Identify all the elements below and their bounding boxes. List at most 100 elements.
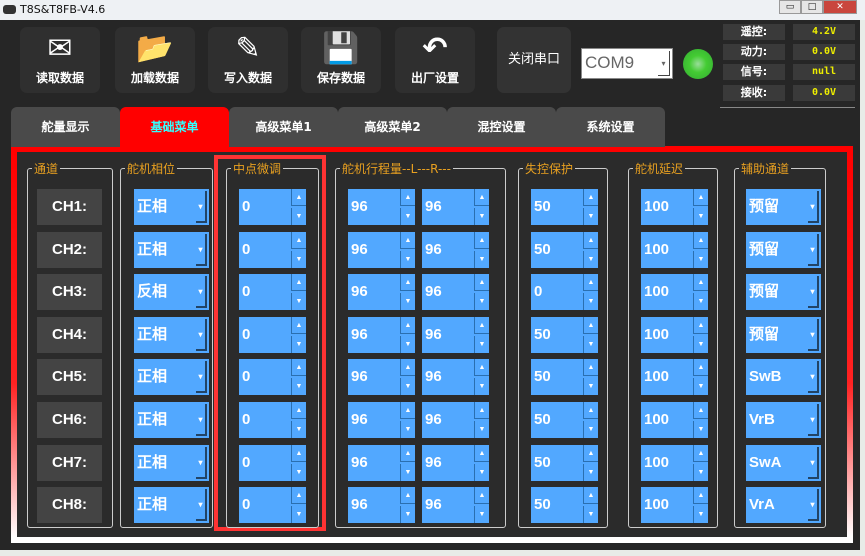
spin-down-icon[interactable]: ▼ xyxy=(693,506,708,523)
aux-channel-select[interactable]: SwB ▾ xyxy=(746,359,821,395)
failsafe-spinner[interactable]: 50 ▲ ▼ xyxy=(531,487,598,523)
aux-channel-select[interactable]: 预留 ▾ xyxy=(746,317,821,353)
spin-down-icon[interactable]: ▼ xyxy=(693,293,708,310)
servo-delay-spinner[interactable]: 100 ▲ ▼ xyxy=(641,445,708,481)
spin-up-icon[interactable]: ▲ xyxy=(583,232,598,249)
maximize-button[interactable]: □ xyxy=(801,0,823,14)
close-serial-button[interactable]: 关闭串口 xyxy=(497,27,571,93)
spin-down-icon[interactable]: ▼ xyxy=(291,464,306,481)
servo-phase-select[interactable]: 反相 ▾ xyxy=(134,274,209,310)
spin-down-icon[interactable]: ▼ xyxy=(693,421,708,438)
spin-down-icon[interactable]: ▼ xyxy=(583,336,598,353)
spin-down-icon[interactable]: ▼ xyxy=(693,378,708,395)
servo-delay-spinner[interactable]: 100 ▲ ▼ xyxy=(641,487,708,523)
travel-right-spinner[interactable]: 96 ▲ ▼ xyxy=(422,359,489,395)
failsafe-spinner[interactable]: 50 ▲ ▼ xyxy=(531,445,598,481)
spin-up-icon[interactable]: ▲ xyxy=(291,317,306,334)
spin-down-icon[interactable]: ▼ xyxy=(693,208,708,225)
servo-delay-spinner[interactable]: 100 ▲ ▼ xyxy=(641,274,708,310)
spin-down-icon[interactable]: ▼ xyxy=(583,251,598,268)
travel-left-spinner[interactable]: 96 ▲ ▼ xyxy=(348,232,415,268)
spin-up-icon[interactable]: ▲ xyxy=(474,189,489,206)
spin-up-icon[interactable]: ▲ xyxy=(583,317,598,334)
spin-up-icon[interactable]: ▲ xyxy=(474,359,489,376)
spin-down-icon[interactable]: ▼ xyxy=(400,336,415,353)
center-trim-spinner[interactable]: 0 ▲ ▼ xyxy=(239,189,306,225)
spin-down-icon[interactable]: ▼ xyxy=(400,251,415,268)
center-trim-spinner[interactable]: 0 ▲ ▼ xyxy=(239,317,306,353)
servo-delay-spinner[interactable]: 100 ▲ ▼ xyxy=(641,189,708,225)
spin-down-icon[interactable]: ▼ xyxy=(583,506,598,523)
spin-up-icon[interactable]: ▲ xyxy=(400,189,415,206)
aux-channel-select[interactable]: VrA ▾ xyxy=(746,487,821,523)
travel-left-spinner[interactable]: 96 ▲ ▼ xyxy=(348,359,415,395)
spin-down-icon[interactable]: ▼ xyxy=(291,293,306,310)
spin-up-icon[interactable]: ▲ xyxy=(693,445,708,462)
spin-down-icon[interactable]: ▼ xyxy=(400,464,415,481)
spin-down-icon[interactable]: ▼ xyxy=(291,208,306,225)
spin-up-icon[interactable]: ▲ xyxy=(693,232,708,249)
spin-up-icon[interactable]: ▲ xyxy=(400,445,415,462)
travel-left-spinner[interactable]: 96 ▲ ▼ xyxy=(348,317,415,353)
spin-up-icon[interactable]: ▲ xyxy=(583,274,598,291)
spin-down-icon[interactable]: ▼ xyxy=(474,506,489,523)
tab-0[interactable]: 舵量显示 xyxy=(11,107,120,147)
spin-up-icon[interactable]: ▲ xyxy=(583,189,598,206)
spin-up-icon[interactable]: ▲ xyxy=(583,402,598,419)
servo-phase-select[interactable]: 正相 ▾ xyxy=(134,445,209,481)
travel-left-spinner[interactable]: 96 ▲ ▼ xyxy=(348,274,415,310)
failsafe-spinner[interactable]: 50 ▲ ▼ xyxy=(531,359,598,395)
spin-down-icon[interactable]: ▼ xyxy=(583,293,598,310)
tab-5[interactable]: 系统设置 xyxy=(556,107,665,147)
spin-down-icon[interactable]: ▼ xyxy=(693,336,708,353)
toolbar-button-4[interactable]: ↶ 出厂设置 xyxy=(395,27,475,93)
travel-left-spinner[interactable]: 96 ▲ ▼ xyxy=(348,487,415,523)
spin-up-icon[interactable]: ▲ xyxy=(583,445,598,462)
center-trim-spinner[interactable]: 0 ▲ ▼ xyxy=(239,232,306,268)
spin-up-icon[interactable]: ▲ xyxy=(693,487,708,504)
tab-2[interactable]: 高级菜单1 xyxy=(229,107,338,147)
spin-down-icon[interactable]: ▼ xyxy=(474,336,489,353)
spin-down-icon[interactable]: ▼ xyxy=(474,251,489,268)
spin-up-icon[interactable]: ▲ xyxy=(291,359,306,376)
spin-up-icon[interactable]: ▲ xyxy=(474,317,489,334)
travel-left-spinner[interactable]: 96 ▲ ▼ xyxy=(348,189,415,225)
spin-down-icon[interactable]: ▼ xyxy=(400,208,415,225)
travel-left-spinner[interactable]: 96 ▲ ▼ xyxy=(348,445,415,481)
aux-channel-select[interactable]: 预留 ▾ xyxy=(746,232,821,268)
spin-up-icon[interactable]: ▲ xyxy=(474,274,489,291)
spin-up-icon[interactable]: ▲ xyxy=(400,402,415,419)
spin-down-icon[interactable]: ▼ xyxy=(400,378,415,395)
servo-phase-select[interactable]: 正相 ▾ xyxy=(134,189,209,225)
tab-1[interactable]: 基础菜单 xyxy=(120,107,229,147)
spin-up-icon[interactable]: ▲ xyxy=(291,232,306,249)
servo-delay-spinner[interactable]: 100 ▲ ▼ xyxy=(641,402,708,438)
travel-right-spinner[interactable]: 96 ▲ ▼ xyxy=(422,189,489,225)
spin-down-icon[interactable]: ▼ xyxy=(291,336,306,353)
servo-phase-select[interactable]: 正相 ▾ xyxy=(134,487,209,523)
toolbar-button-3[interactable]: 💾 保存数据 xyxy=(301,27,381,93)
failsafe-spinner[interactable]: 50 ▲ ▼ xyxy=(531,402,598,438)
spin-up-icon[interactable]: ▲ xyxy=(693,189,708,206)
tab-4[interactable]: 混控设置 xyxy=(447,107,556,147)
servo-phase-select[interactable]: 正相 ▾ xyxy=(134,402,209,438)
com-port-select[interactable]: COM9 ▾ xyxy=(581,48,673,79)
toolbar-button-1[interactable]: 📂 加载数据 xyxy=(115,27,195,93)
servo-delay-spinner[interactable]: 100 ▲ ▼ xyxy=(641,232,708,268)
travel-left-spinner[interactable]: 96 ▲ ▼ xyxy=(348,402,415,438)
aux-channel-select[interactable]: VrB ▾ xyxy=(746,402,821,438)
spin-down-icon[interactable]: ▼ xyxy=(693,251,708,268)
spin-up-icon[interactable]: ▲ xyxy=(474,402,489,419)
center-trim-spinner[interactable]: 0 ▲ ▼ xyxy=(239,487,306,523)
spin-down-icon[interactable]: ▼ xyxy=(400,421,415,438)
toolbar-button-0[interactable]: ✉ 读取数据 xyxy=(20,27,100,93)
travel-right-spinner[interactable]: 96 ▲ ▼ xyxy=(422,274,489,310)
aux-channel-select[interactable]: 预留 ▾ xyxy=(746,189,821,225)
failsafe-spinner[interactable]: 50 ▲ ▼ xyxy=(531,232,598,268)
spin-down-icon[interactable]: ▼ xyxy=(291,506,306,523)
minimize-button[interactable]: ▭ xyxy=(779,0,801,14)
servo-delay-spinner[interactable]: 100 ▲ ▼ xyxy=(641,317,708,353)
servo-delay-spinner[interactable]: 100 ▲ ▼ xyxy=(641,359,708,395)
spin-up-icon[interactable]: ▲ xyxy=(693,317,708,334)
spin-down-icon[interactable]: ▼ xyxy=(400,293,415,310)
